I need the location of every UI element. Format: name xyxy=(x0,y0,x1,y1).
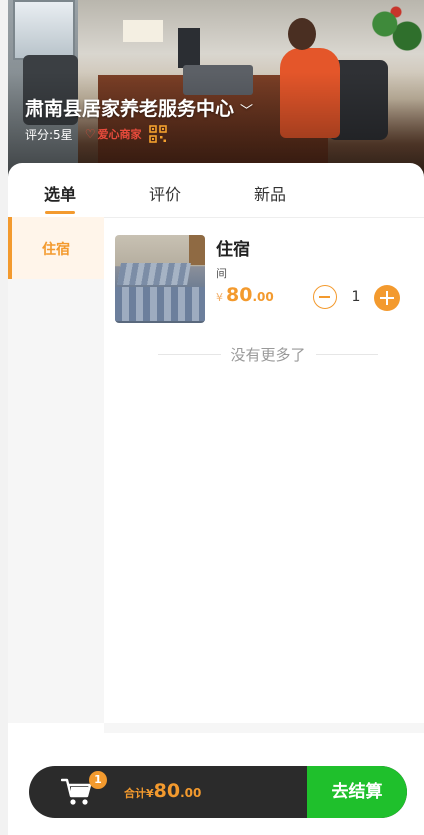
product-price: ¥80.00 xyxy=(216,284,274,306)
shop-rating: 评分:5星 xyxy=(25,127,73,142)
cart-total-integer: 80 xyxy=(153,780,181,802)
divider-left xyxy=(158,353,221,355)
shop-banner-photo: 肃南县居家养老服务中心 ﹀ 评分:5星 ♡ 爱心商家 xyxy=(8,0,424,180)
quantity-stepper: 1 xyxy=(313,285,403,313)
quantity-value: 1 xyxy=(351,289,361,305)
decrease-quantity-button[interactable] xyxy=(313,285,337,309)
product-image[interactable] xyxy=(115,235,205,323)
product-unit: 间 xyxy=(216,267,227,280)
menu-sheet: 选单 评价 新品 住宿 住宿 间 ¥80.00 1 没有更多了 xyxy=(8,163,424,835)
list-end-text: 没有更多了 xyxy=(230,345,306,364)
cart-count-badge: 1 xyxy=(89,771,107,789)
tab-bar: 选单 评价 新品 xyxy=(8,163,424,218)
love-merchant-badge: ♡ 爱心商家 xyxy=(85,126,142,142)
list-end-indicator: 没有更多了 xyxy=(158,344,379,364)
price-integer: 80 xyxy=(226,284,253,306)
cart-total-decimal: .00 xyxy=(180,786,202,800)
divider-right xyxy=(315,353,379,355)
tab-new-products[interactable]: 新品 xyxy=(254,181,286,205)
increase-quantity-button[interactable] xyxy=(374,285,400,311)
shop-title[interactable]: 肃南县居家养老服务中心 ﹀ xyxy=(25,94,253,121)
page: 肃南县居家养老服务中心 ﹀ 评分:5星 ♡ 爱心商家 选单 评价 新品 住宿 住… xyxy=(8,0,424,835)
qr-code-icon[interactable] xyxy=(149,125,168,143)
category-item-lodging[interactable]: 住宿 xyxy=(8,217,104,279)
love-merchant-label: 爱心商家 xyxy=(97,128,142,141)
price-currency: ¥ xyxy=(216,291,223,304)
tab-reviews[interactable]: 评价 xyxy=(149,181,181,205)
shop-name: 肃南县居家养老服务中心 xyxy=(25,98,235,120)
tab-menu[interactable]: 选单 xyxy=(44,181,76,205)
active-tab-indicator xyxy=(45,211,75,214)
heart-icon: ♡ xyxy=(84,127,96,141)
price-decimal: .00 xyxy=(252,290,274,304)
category-label: 住宿 xyxy=(42,242,70,258)
checkout-button[interactable]: 去结算 xyxy=(307,766,407,818)
shop-meta: 评分:5星 ♡ 爱心商家 xyxy=(25,125,168,143)
cart-bar: 1 合计¥80.00 去结算 xyxy=(29,766,407,818)
category-sidebar: 住宿 xyxy=(8,217,104,723)
cart-total: 合计¥80.00 xyxy=(124,780,201,802)
product-name: 住宿 xyxy=(216,240,250,260)
chevron-down-icon: ﹀ xyxy=(240,104,254,119)
product-item: 住宿 间 ¥80.00 1 xyxy=(115,235,415,325)
cart-total-label: 合计¥ xyxy=(124,787,154,800)
